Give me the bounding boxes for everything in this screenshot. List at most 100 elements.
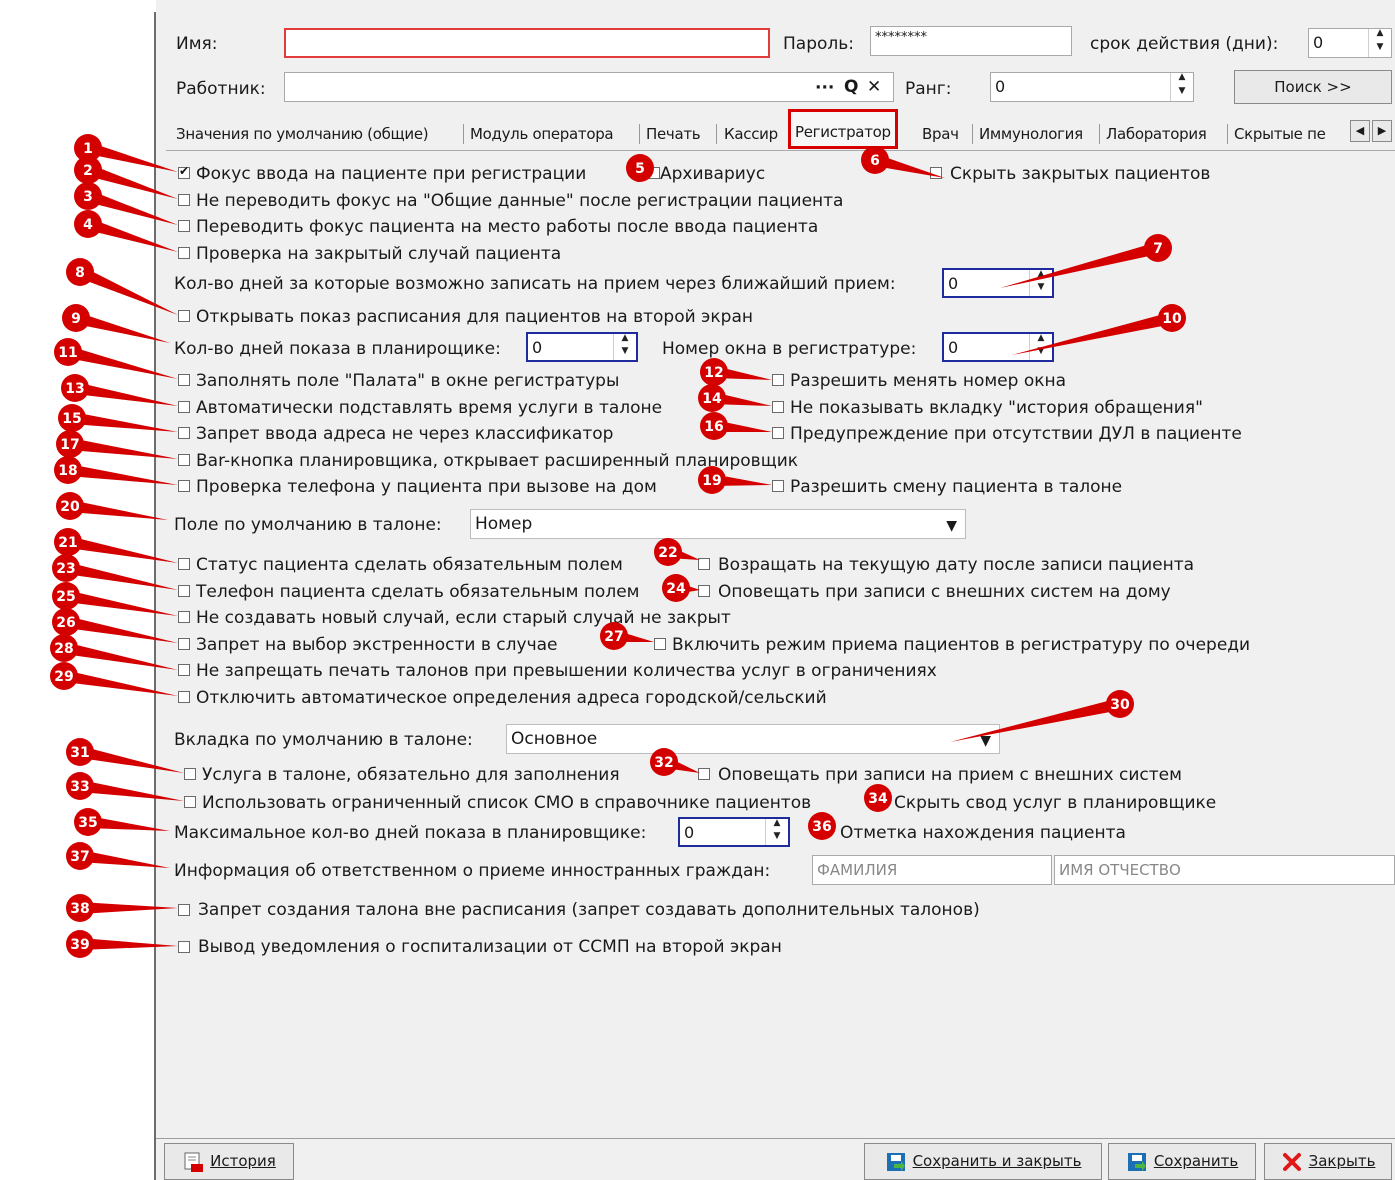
dropdown-arrow-icon[interactable]: ▼	[946, 512, 957, 540]
hide-services-summary-label: Скрыть свод услуг в планировщике	[894, 793, 1217, 813]
max-days-label: Максимальное кол-во дней показа в планир…	[174, 823, 647, 843]
focus-patient-checkbox[interactable]	[178, 164, 190, 179]
window-number-label: Номер окна в регистратуре:	[662, 339, 917, 359]
queue-mode-checkbox[interactable]	[654, 638, 666, 650]
check-closed-case-checkbox[interactable]	[178, 247, 190, 259]
hide-history-tab-label: Не показывать вкладку "история обращения…	[790, 398, 1203, 418]
spin-down-icon[interactable]: ▼	[1369, 43, 1391, 57]
fill-ward-checkbox[interactable]	[178, 374, 190, 386]
days-nearest-value: 0	[948, 274, 959, 293]
rank-spinner[interactable]: 0 ▲ ▼	[990, 72, 1194, 102]
validity-spinner[interactable]: 0 ▲ ▼	[1308, 28, 1392, 58]
left-margin	[0, 0, 155, 1180]
address-classifier-label: Запрет ввода адреса не через классификат…	[196, 424, 614, 444]
save-icon	[1127, 1152, 1146, 1171]
default-tab-select[interactable]: Основное ▼	[506, 724, 1000, 754]
spin-up-icon[interactable]: ▲	[1369, 29, 1391, 43]
default-field-select[interactable]: Номер ▼	[470, 509, 966, 539]
tab-registrar[interactable]: Регистратор	[788, 109, 898, 149]
dropdown-arrow-icon[interactable]: ▼	[980, 727, 991, 755]
allow-change-window-checkbox[interactable]	[772, 374, 784, 386]
service-required-checkbox[interactable]	[184, 768, 196, 780]
days-planner-spinner[interactable]: 0 ▲ ▼	[526, 332, 638, 362]
schedule-second-screen-label: Открывать показ расписания для пациентов…	[196, 307, 753, 327]
phone-required-checkbox[interactable]	[178, 585, 190, 597]
archivarius-label: Архивариус	[660, 164, 766, 184]
no-new-case-checkbox[interactable]	[178, 611, 190, 623]
tab-operator[interactable]: Модуль оператора	[470, 123, 614, 145]
search-icon[interactable]: Q	[844, 76, 858, 98]
panel-divider	[154, 12, 156, 1180]
tab-print[interactable]: Печать	[646, 123, 701, 145]
notify-home-external-checkbox[interactable]	[698, 585, 710, 597]
save-button[interactable]: Сохранить	[1108, 1143, 1256, 1180]
foreign-lastname-input[interactable]: ФАМИЛИЯ	[812, 855, 1052, 885]
history-button[interactable]: История	[164, 1143, 294, 1180]
tab-defaults[interactable]: Значения по умолчанию (общие)	[176, 123, 429, 145]
close-button[interactable]: Закрыть	[1264, 1143, 1392, 1180]
tab-hidden[interactable]: Скрытые пе	[1234, 123, 1326, 145]
name-input[interactable]	[284, 28, 770, 58]
urgency-ban-label: Запрет на выбор экстренности в случае	[196, 635, 558, 655]
spin-down-icon[interactable]: ▼	[1171, 87, 1193, 101]
spin-down-icon[interactable]: ▼	[766, 832, 788, 845]
clear-icon[interactable]: ✕	[867, 76, 881, 98]
check-closed-case-label: Проверка на закрытый случай пациента	[196, 244, 562, 264]
tab-doctor[interactable]: Врач	[922, 123, 959, 145]
spin-buttons[interactable]: ▲ ▼	[1029, 270, 1052, 296]
save-close-icon	[886, 1152, 905, 1171]
save-close-button[interactable]: Сохранить и закрыть	[864, 1143, 1102, 1180]
patient-location-label: Отметка нахождения пациента	[840, 823, 1126, 843]
phone-check-label: Проверка телефона у пациента при вызове …	[196, 477, 657, 497]
spin-down-icon[interactable]: ▼	[1030, 283, 1052, 296]
window-number-spinner[interactable]: 0 ▲ ▼	[942, 332, 1054, 362]
schedule-second-screen-checkbox[interactable]	[178, 310, 190, 322]
notify-external-label: Оповещать при записи на прием с внешних …	[718, 765, 1182, 785]
address-classifier-checkbox[interactable]	[178, 427, 190, 439]
notify-external-checkbox[interactable]	[698, 768, 710, 780]
hide-closed-checkbox[interactable]	[930, 167, 942, 179]
print-allow-checkbox[interactable]	[178, 664, 190, 676]
tab-immunology[interactable]: Иммунология	[979, 123, 1083, 145]
foreign-name-input[interactable]: ИМЯ ОТЧЕСТВО	[1054, 855, 1395, 885]
no-focus-common-checkbox[interactable]	[178, 194, 190, 206]
urgency-ban-checkbox[interactable]	[178, 638, 190, 650]
tab-scroll-right-icon[interactable]: ▶	[1372, 120, 1392, 142]
status-required-checkbox[interactable]	[178, 558, 190, 570]
save-close-label: Сохранить и закрыть	[912, 1152, 1082, 1170]
bar-button-checkbox[interactable]	[178, 454, 190, 466]
spin-up-icon[interactable]: ▲	[1171, 73, 1193, 87]
default-tab-value: Основное	[511, 729, 598, 749]
spin-buttons[interactable]: ▲ ▼	[1029, 334, 1052, 360]
spin-down-icon[interactable]: ▼	[614, 347, 636, 360]
limited-smo-checkbox[interactable]	[184, 796, 196, 808]
spin-down-icon[interactable]: ▼	[1030, 347, 1052, 360]
allow-change-patient-checkbox[interactable]	[772, 480, 784, 492]
focus-workplace-checkbox[interactable]	[178, 220, 190, 232]
extra-ticket-ban-checkbox[interactable]	[178, 904, 190, 916]
max-days-spinner[interactable]: 0 ▲ ▼	[678, 817, 790, 847]
tab-cashier[interactable]: Кассир	[724, 123, 778, 145]
rank-value: 0	[995, 77, 1006, 96]
phone-check-checkbox[interactable]	[178, 480, 190, 492]
warn-no-dul-checkbox[interactable]	[772, 427, 784, 439]
tab-laboratory[interactable]: Лаборатория	[1106, 123, 1207, 145]
auto-address-off-checkbox[interactable]	[178, 691, 190, 703]
worker-input[interactable]	[284, 72, 894, 102]
spin-buttons[interactable]: ▲ ▼	[613, 334, 636, 360]
password-input[interactable]: ********	[870, 26, 1072, 56]
spin-buttons[interactable]: ▲ ▼	[765, 819, 788, 845]
spin-buttons[interactable]: ▲ ▼	[1368, 29, 1391, 57]
tab-scroll-left-icon[interactable]: ◀	[1350, 120, 1370, 142]
days-nearest-spinner[interactable]: 0 ▲ ▼	[942, 268, 1054, 298]
search-button[interactable]: Поиск >>	[1234, 70, 1392, 104]
print-allow-label: Не запрещать печать талонов при превышен…	[196, 661, 937, 681]
archivarius-checkbox[interactable]	[648, 167, 660, 179]
ellipsis-button[interactable]: ···	[815, 77, 834, 99]
close-icon	[1282, 1152, 1301, 1171]
auto-service-time-checkbox[interactable]	[178, 401, 190, 413]
ssmp-notify-checkbox[interactable]	[178, 941, 190, 953]
hide-history-tab-checkbox[interactable]	[772, 401, 784, 413]
spin-buttons[interactable]: ▲ ▼	[1170, 73, 1193, 101]
return-current-date-checkbox[interactable]	[698, 558, 710, 570]
